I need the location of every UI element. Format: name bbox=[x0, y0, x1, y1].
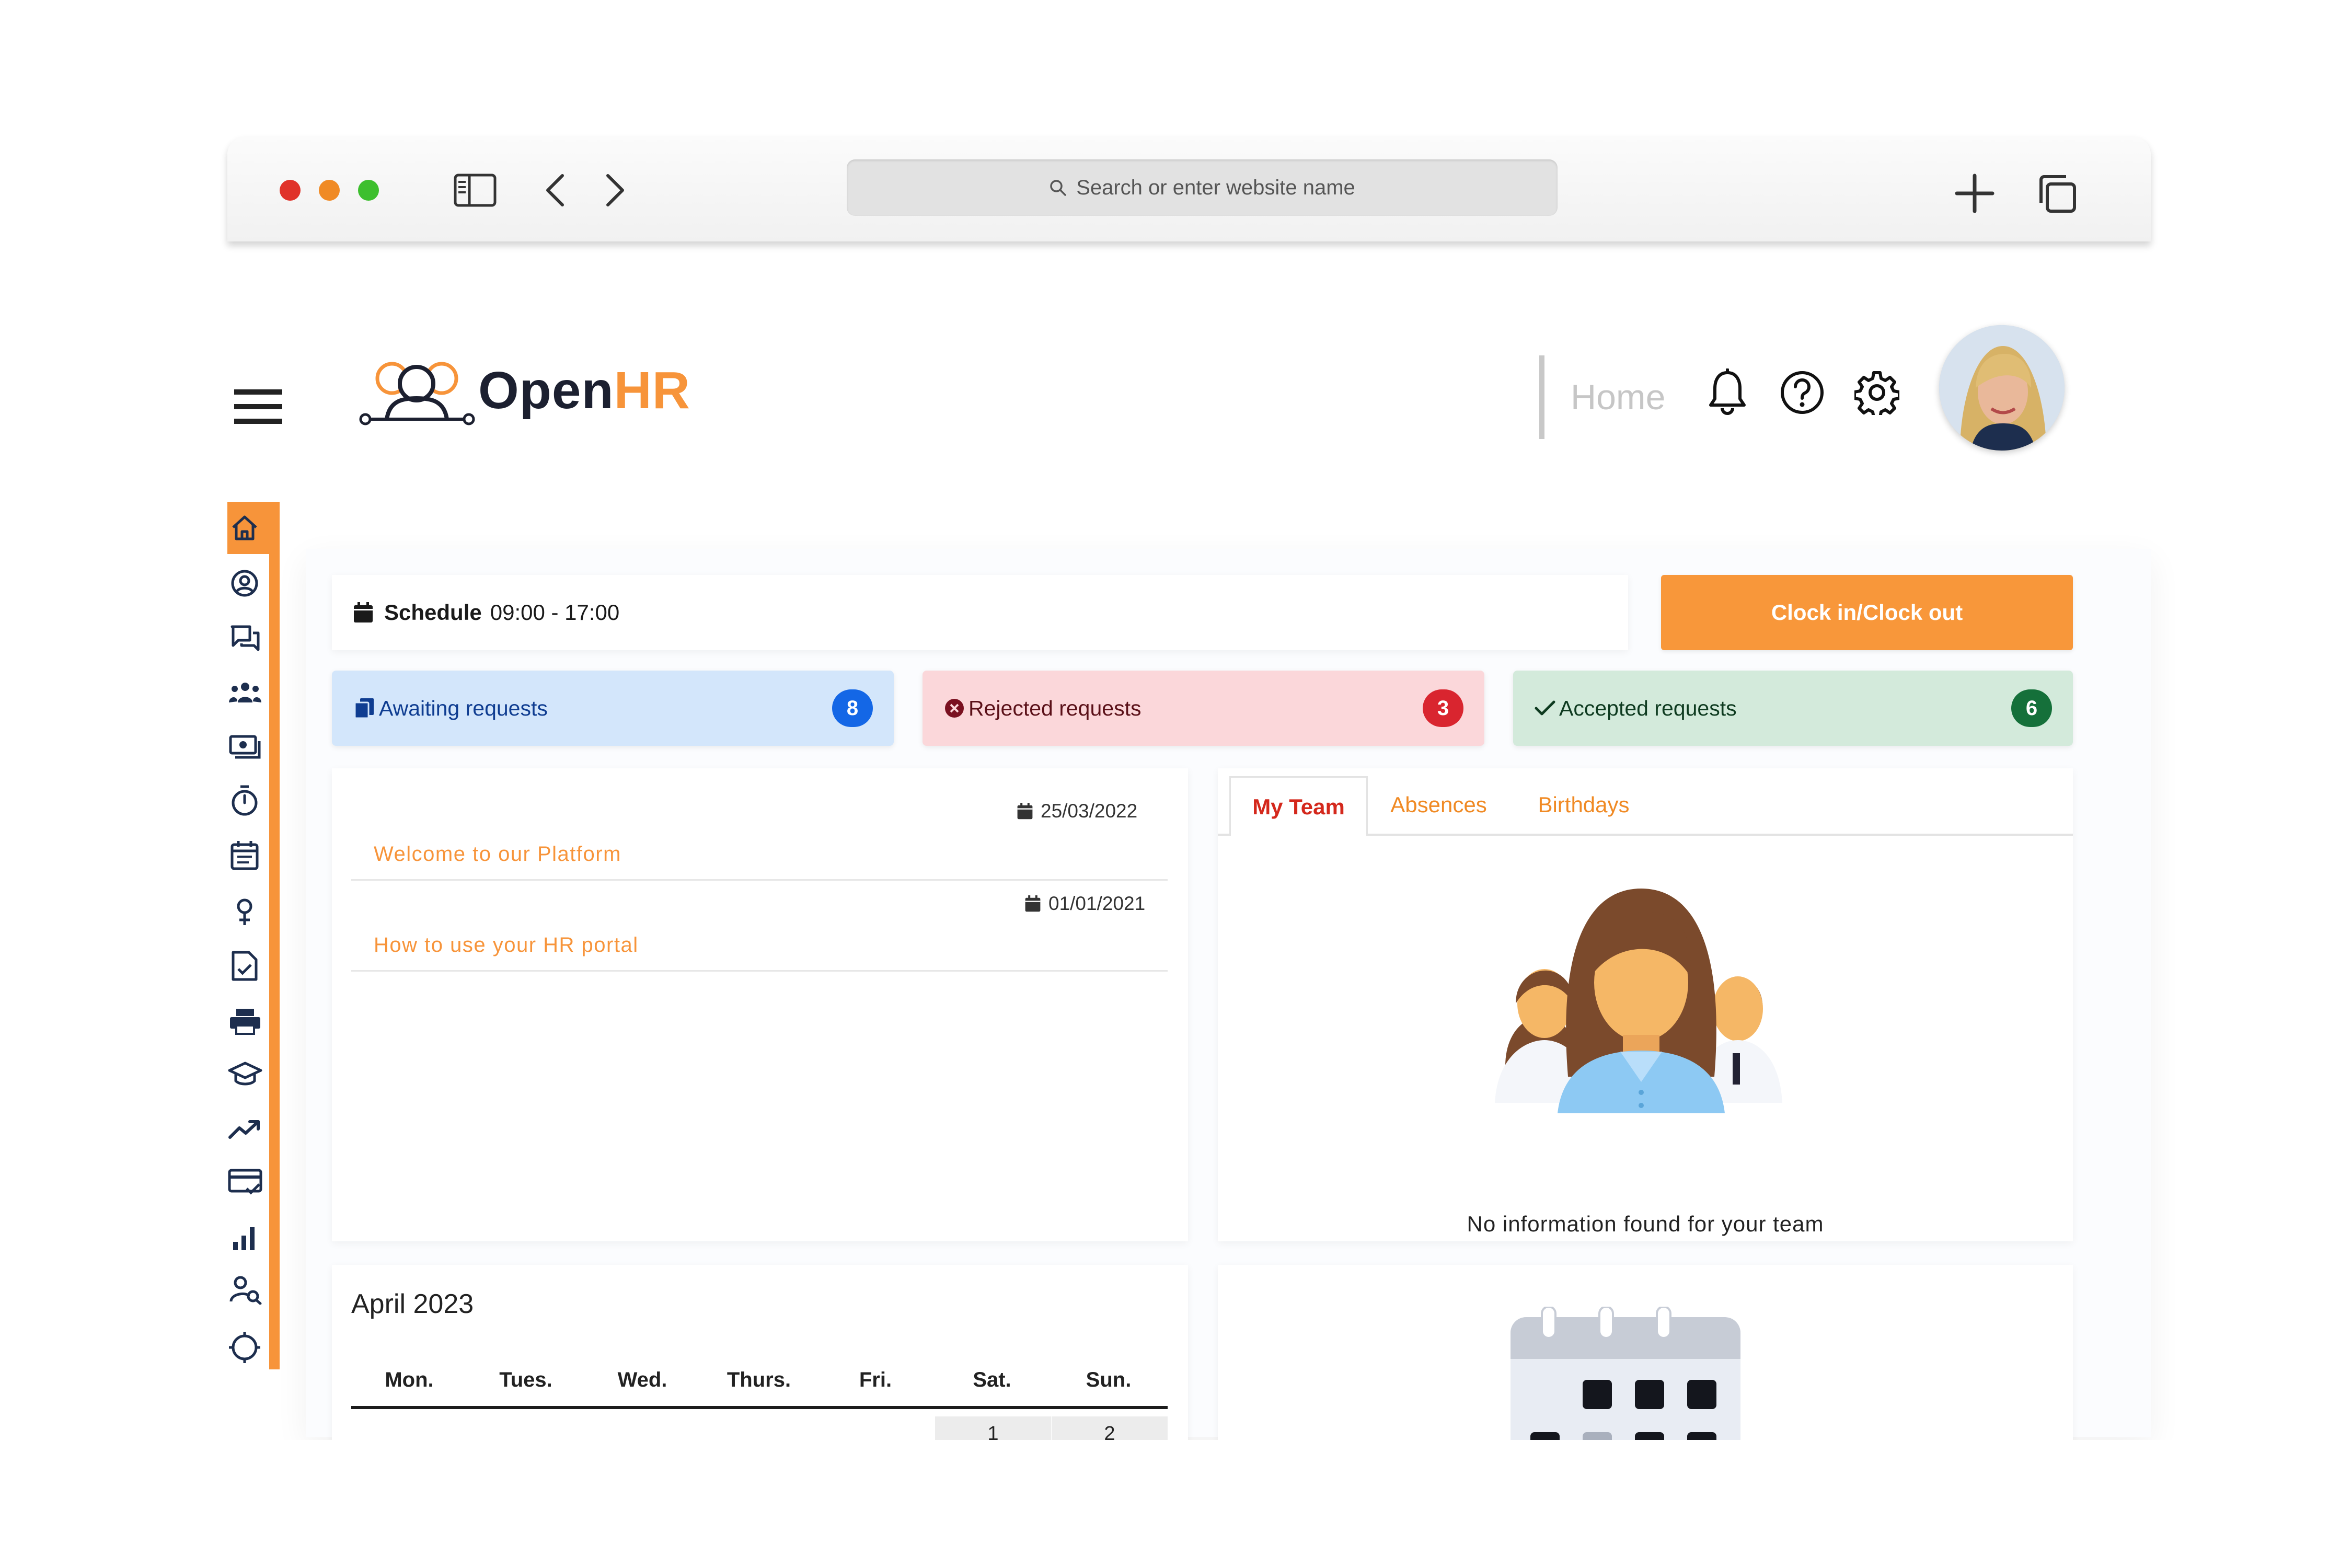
graduation-cap-icon[interactable] bbox=[228, 1061, 262, 1087]
home-icon[interactable] bbox=[230, 513, 259, 543]
team-empty-message: No information found for your team bbox=[1467, 1212, 1824, 1236]
awaiting-count-badge: 8 bbox=[832, 689, 873, 727]
card-check-icon[interactable] bbox=[228, 1169, 262, 1196]
rejected-x-icon bbox=[943, 697, 965, 719]
calendar-small-icon bbox=[1017, 802, 1033, 820]
calendar-header-line bbox=[351, 1406, 1168, 1409]
accepted-count-badge: 6 bbox=[2011, 689, 2052, 727]
user-search-icon[interactable] bbox=[229, 1275, 262, 1305]
maximize-window-dot[interactable] bbox=[358, 180, 379, 201]
schedule-hours: 09:00 - 17:00 bbox=[490, 600, 620, 625]
documents-icon bbox=[353, 697, 376, 719]
weekday-header: Sun. bbox=[1086, 1368, 1132, 1391]
hamburger-menu-icon[interactable] bbox=[234, 389, 282, 424]
trending-icon[interactable] bbox=[228, 1119, 262, 1139]
checkmark-icon bbox=[1534, 699, 1556, 718]
target-icon[interactable] bbox=[228, 1331, 261, 1364]
openhr-logo-icon bbox=[358, 351, 478, 430]
weekday-header: Mon. bbox=[385, 1368, 434, 1391]
rejected-count-badge: 3 bbox=[1423, 689, 1463, 727]
schedule-bar: Schedule 09:00 - 17:00 bbox=[332, 575, 1628, 650]
address-placeholder: Search or enter website name bbox=[1076, 176, 1355, 199]
page-title: Home bbox=[1539, 355, 1665, 439]
tab-birthdays[interactable]: Birthdays bbox=[1521, 776, 1646, 834]
user-avatar[interactable] bbox=[1939, 325, 2065, 451]
tab-overview-icon[interactable] bbox=[2036, 172, 2078, 214]
logo-wordmark: OpenHR bbox=[478, 361, 691, 420]
user-circle-icon[interactable] bbox=[230, 569, 259, 598]
stopwatch-icon[interactable] bbox=[230, 784, 259, 816]
rejected-requests-card[interactable]: Rejected requests 3 bbox=[923, 671, 1484, 746]
news-title-2[interactable]: How to use your HR portal bbox=[374, 933, 639, 957]
calendar-icon[interactable] bbox=[230, 839, 259, 871]
news-divider bbox=[351, 879, 1168, 881]
tab-my-team[interactable]: My Team bbox=[1229, 776, 1368, 836]
bar-chart-icon[interactable] bbox=[231, 1225, 259, 1251]
news-panel bbox=[332, 768, 1188, 1241]
news-title-1[interactable]: Welcome to our Platform bbox=[374, 843, 621, 866]
settings-gear-icon[interactable] bbox=[1854, 370, 1899, 415]
awaiting-requests-label: Awaiting requests bbox=[379, 696, 548, 720]
payslip-icon[interactable] bbox=[229, 735, 261, 759]
notification-bell-icon[interactable] bbox=[1707, 368, 1748, 416]
weekday-header: Sat. bbox=[973, 1368, 1011, 1391]
rejected-requests-label: Rejected requests bbox=[969, 696, 1142, 720]
search-icon bbox=[1049, 179, 1067, 197]
calendar-small-icon bbox=[353, 602, 374, 624]
printer-icon[interactable] bbox=[229, 1008, 261, 1035]
page-cutoff bbox=[0, 1440, 2352, 1568]
tab-absences[interactable]: Absences bbox=[1380, 776, 1497, 834]
news-date-2: 01/01/2021 bbox=[1024, 893, 1145, 915]
weekday-header: Fri. bbox=[859, 1368, 892, 1391]
sidebar-toggle-icon[interactable] bbox=[454, 174, 497, 207]
forward-arrow-icon[interactable] bbox=[604, 172, 627, 208]
weekday-header: Wed. bbox=[617, 1368, 667, 1391]
clock-in-out-button[interactable]: Clock in/Clock out bbox=[1661, 575, 2073, 650]
location-pin-icon[interactable] bbox=[233, 898, 256, 927]
weekday-header: Thurs. bbox=[727, 1368, 791, 1391]
new-tab-plus-icon[interactable] bbox=[1955, 174, 1994, 213]
accepted-requests-card[interactable]: Accepted requests 6 bbox=[1513, 671, 2073, 746]
document-check-icon[interactable] bbox=[231, 950, 258, 982]
address-bar[interactable]: Search or enter website name bbox=[847, 159, 1558, 216]
calendar-small-icon bbox=[1024, 895, 1041, 913]
chat-icon[interactable] bbox=[230, 624, 260, 653]
team-icon[interactable] bbox=[229, 681, 261, 704]
schedule-label: Schedule bbox=[384, 600, 482, 625]
weekday-header: Tues. bbox=[499, 1368, 552, 1391]
news-date-1: 25/03/2022 bbox=[1017, 800, 1137, 822]
close-window-dot[interactable] bbox=[280, 180, 301, 201]
accepted-requests-label: Accepted requests bbox=[1559, 696, 1737, 720]
news-divider bbox=[351, 970, 1168, 972]
awaiting-requests-card[interactable]: Awaiting requests 8 bbox=[332, 671, 894, 746]
back-arrow-icon[interactable] bbox=[544, 172, 567, 208]
calendar-month-title: April 2023 bbox=[351, 1289, 474, 1319]
minimize-window-dot[interactable] bbox=[319, 180, 340, 201]
team-illustration-icon bbox=[1495, 883, 1788, 1113]
help-question-icon[interactable] bbox=[1780, 370, 1825, 415]
